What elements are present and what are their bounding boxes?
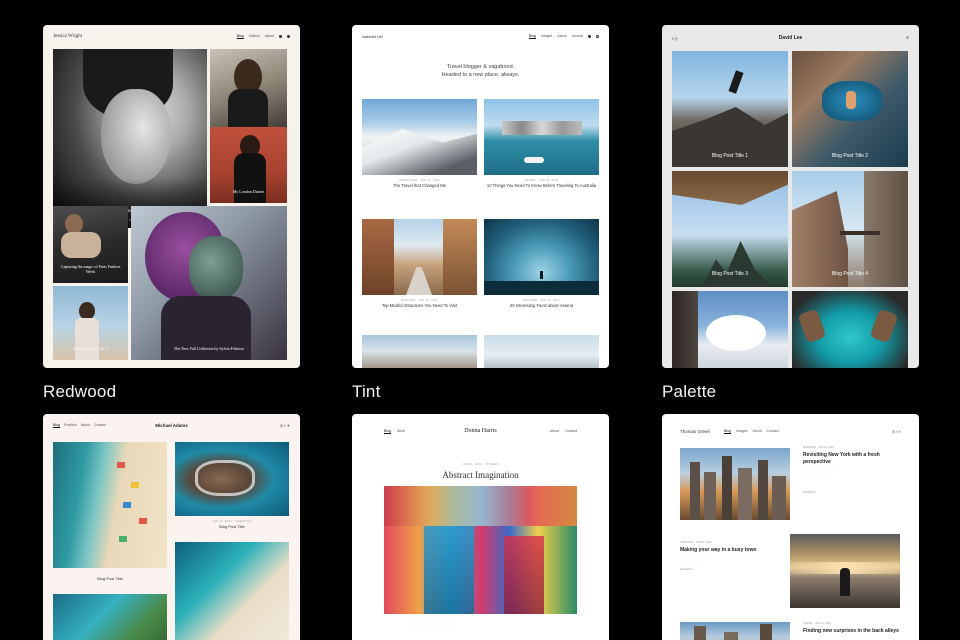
michael-adams-nav: Blog Portfolio About Contact Michael Ada… — [43, 414, 300, 436]
michael-adams-post-title-2: Blog Post Title — [219, 524, 245, 529]
thomas-green-read-more-2[interactable]: Read More — [680, 568, 693, 571]
donna-harris-post-meta: JAN 21, 2024 · STORIES — [462, 463, 499, 466]
redwood-post-image-4: Capturing the magic of Paris Fashion Wee… — [53, 206, 128, 283]
tint-post-title-4: 20 Interesting Facts about Iceland — [509, 303, 574, 308]
palette-post-image-4: Blog Post Title 4 — [792, 171, 908, 287]
tint-post-meta-4: EXPLORE · JAN 24, 2024 — [523, 299, 560, 302]
theme-name-redwood[interactable]: Redwood — [43, 382, 116, 402]
donna-harris-post-title: Abstract Imagination — [442, 470, 519, 480]
donna-harris-post-image — [384, 486, 577, 614]
palette-post-title-3: Blog Post Title 3 — [711, 271, 749, 277]
thomas-green-post-image-2 — [790, 534, 900, 608]
social-icons: ◎ f ⌕ — [891, 428, 901, 434]
tint-post-image-2 — [484, 99, 599, 175]
thomas-green-post-excerpt-2: · · · · · · · · · · · · · · · · · · · · … — [680, 556, 716, 563]
thomas-green-site-name: Thomas Green — [680, 428, 711, 434]
tint-post-image-1 — [362, 99, 477, 175]
donna-harris-post-excerpt: · · · · · · · · · · · · · · · · · · · · … — [412, 620, 459, 631]
michael-adams-post-image-4 — [53, 594, 167, 640]
palette-post-image-2: Blog Post Title 2 — [792, 51, 908, 167]
thomas-green-nav-images: Images — [736, 429, 748, 433]
tint-post-image-5 — [362, 335, 477, 368]
tint-post-excerpt-4: · · · · · · · · · · · · · · · · · · · · — [526, 311, 558, 314]
tint-post-title-3: Top Madrid Attractions You Need To Visit — [381, 303, 458, 308]
tint-post-image-3 — [362, 219, 477, 295]
redwood-post-image-5: The New Fall Collection by Sylvia Fabric… — [131, 206, 287, 360]
palette-post-title-2: Blog Post Title 2 — [831, 153, 869, 159]
michael-adams-post-image-3 — [175, 542, 289, 640]
redwood-post-image-6: Visual journal – Vol. 2 — [53, 286, 128, 360]
theme-card-michael-adams[interactable]: Blog Portfolio About Contact Michael Ada… — [43, 414, 300, 640]
tint-post-title-1: The Travel that Changed Me — [392, 183, 447, 188]
redwood-nav-about: About — [264, 34, 274, 38]
tint-nav-images: Images — [540, 34, 553, 38]
redwood-nav: Jessica Wright Blog Gallery About — [43, 25, 300, 47]
facebook-icon — [287, 34, 290, 38]
palette-post-image-3: Blog Post Title 3 — [672, 171, 788, 287]
thomas-green-post-image-3 — [680, 622, 790, 640]
redwood-post-image-3: My London Diaries — [210, 127, 287, 203]
palette-nav: f ◎ David Lee ≡ — [662, 25, 919, 51]
theme-card-donna-harris[interactable]: Blog Work Donna Harris About Contact JAN… — [352, 414, 609, 640]
palette-site-name: David Lee — [778, 35, 803, 41]
tint-post-image-4 — [484, 219, 599, 295]
tint-post-meta-3: EXPLORE · JAN 23, 2024 — [401, 299, 438, 302]
instagram-icon — [279, 34, 282, 38]
thomas-green-post-image-1 — [680, 448, 790, 520]
tint-site-name: Isabella Hill — [362, 33, 383, 39]
palette-post-image-1: Blog Post Title 1 — [672, 51, 788, 167]
tint-nav-about: About — [557, 34, 567, 38]
instagram-icon — [588, 34, 591, 38]
tint-nav-journal: Journal — [571, 34, 583, 38]
theme-name-tint[interactable]: Tint — [352, 382, 381, 402]
michael-adams-post-image-1 — [53, 442, 167, 568]
thomas-green-post-title-1: Revisiting New York with a fresh perspec… — [803, 452, 880, 465]
thomas-green-nav-contact: Contact — [766, 429, 779, 433]
thomas-green-post-meta-2: LIFESTYLE · JAN 22, 2024 — [680, 541, 712, 544]
tint-post-title-2: 10 Things You Need To Know Before Travel… — [486, 183, 597, 188]
theme-card-palette[interactable]: f ◎ David Lee ≡ Blog Post Title 1 Blog P… — [662, 25, 919, 368]
michael-adams-post-title-1: Blog Post Title — [97, 576, 123, 581]
redwood-nav-blog: Blog — [236, 34, 244, 38]
redwood-nav-gallery: Gallery — [248, 34, 260, 38]
thomas-green-nav-blog: Blog — [724, 429, 732, 433]
michael-adams-site-name: Michael Adams — [155, 422, 188, 428]
theme-name-palette[interactable]: Palette — [662, 382, 716, 402]
tint-tagline-line-1: Travel blogger & vagabond. — [446, 64, 515, 70]
thomas-green-post-excerpt-1: · · · · · · · · · · · · · · · · · · · · … — [803, 470, 839, 477]
redwood-post-title-5: The New Fall Collection by Sylvia Fabric… — [173, 346, 245, 351]
redwood-post-title-6: Visual journal – Vol. 2 — [72, 346, 109, 351]
redwood-post-title-4: Capturing the magic of Paris Fashion Wee… — [60, 264, 121, 274]
thomas-green-post-meta-3: TRAVEL · JAN 23, 2024 — [803, 622, 831, 625]
thomas-green-post-title-3: Finding new surprises in the back alleys — [803, 628, 899, 634]
palette-post-title-4: Blog Post Title 4 — [831, 271, 869, 277]
tint-tagline: Travel blogger & vagabond. Headed to a n… — [352, 63, 609, 79]
tint-nav: Isabella Hill Blog Images About Journal — [352, 25, 609, 47]
palette-post-image-6 — [792, 291, 908, 368]
palette-post-image-5 — [672, 291, 788, 368]
donna-harris-nav: Blog Work Donna Harris About Contact — [352, 414, 609, 448]
thomas-green-read-more-1[interactable]: Read More — [803, 491, 816, 494]
michael-adams-post-meta-2: JAN 22, 2024 · LIFESTYLE — [212, 520, 252, 523]
thomas-green-nav: Thomas Green Blog Images About Contact ◎… — [662, 414, 919, 448]
thomas-green-nav-about: About — [752, 429, 762, 433]
thomas-green-post-title-2: Making your way in a busy town — [680, 547, 757, 553]
redwood-post-image-1: Finding the next big thing JAN 21, 2024 … — [53, 49, 207, 228]
theme-card-tint[interactable]: Isabella Hill Blog Images About Journal … — [352, 25, 609, 368]
tint-post-meta-1: ADVENTURE · JAN 21, 2024 — [398, 179, 441, 182]
theme-card-thomas-green[interactable]: Thomas Green Blog Images About Contact ◎… — [662, 414, 919, 640]
theme-card-redwood[interactable]: Jessica Wright Blog Gallery About Findin… — [43, 25, 300, 368]
redwood-site-name: Jessica Wright — [53, 33, 83, 39]
thomas-green-post-meta-1: BUSINESS · JAN 21, 2024 — [803, 446, 835, 449]
palette-post-title-1: Blog Post Title 1 — [711, 153, 749, 159]
donna-harris-site-name: Donna Harris — [464, 428, 497, 434]
search-icon — [596, 34, 599, 38]
redwood-post-title-3: My London Diaries — [232, 189, 265, 194]
tint-tagline-line-2: Headed to a new place, always. — [441, 72, 520, 78]
tint-post-meta-2: TRAVEL · JAN 22, 2024 — [524, 179, 559, 182]
tint-post-image-6 — [484, 335, 599, 368]
tint-nav-blog: Blog — [528, 34, 536, 38]
tint-post-excerpt-3: · · · · · · · · · · · · · · · · · · · · — [404, 311, 436, 314]
michael-adams-post-image-2 — [175, 442, 289, 516]
